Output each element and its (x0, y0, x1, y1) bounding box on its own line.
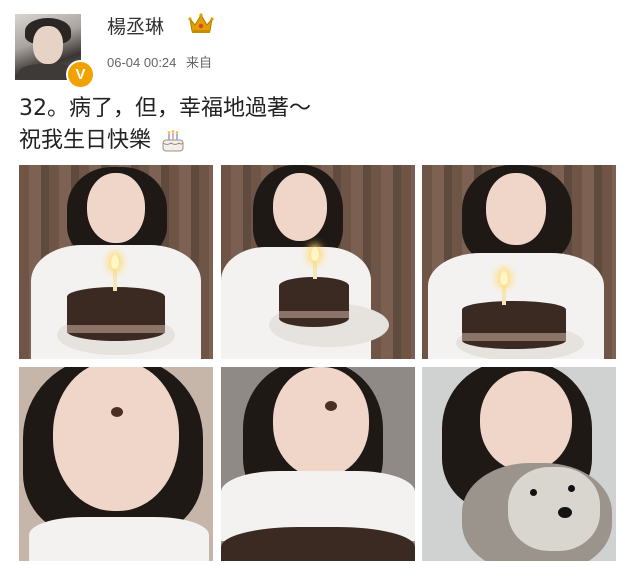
post-text: 32。病了，但，幸福地過著～ 祝我生日快樂 (19, 93, 311, 157)
dog-eye (530, 489, 537, 496)
post-meta: 06-04 00:24 来自 (107, 52, 212, 71)
chocolate-on-nose (325, 401, 337, 411)
photo-6[interactable] (422, 367, 616, 561)
candle-flame (111, 255, 119, 269)
dog-nose (558, 507, 572, 518)
photo-3[interactable] (422, 165, 616, 359)
candle (113, 269, 117, 291)
birthday-cake-emoji (162, 130, 184, 152)
post-source: 来自 (186, 55, 213, 70)
dog-face (508, 467, 600, 551)
username[interactable]: 楊丞琳 (107, 12, 164, 39)
post-text-line2: 祝我生日快樂 (19, 125, 311, 157)
candle (502, 283, 506, 305)
photo-2[interactable] (221, 165, 415, 359)
cake-band (67, 325, 165, 333)
dog-eye (568, 485, 575, 492)
face-shape (53, 367, 179, 511)
face-shape (486, 173, 546, 245)
crown-icon[interactable] (188, 11, 214, 35)
post-text-line2-text: 祝我生日快樂 (19, 128, 152, 153)
shirt-shape (29, 517, 209, 561)
cake-shape (279, 277, 349, 327)
chocolate-on-nose (111, 407, 123, 417)
photo-1[interactable] (19, 165, 213, 359)
face-shape (87, 173, 145, 243)
verified-badge-icon: V (66, 60, 95, 89)
cake-shape (462, 301, 566, 349)
candle-flame (500, 271, 508, 285)
photo-4[interactable] (19, 367, 213, 561)
face-shape (480, 371, 572, 471)
cake-band (462, 333, 566, 341)
candle-flame (311, 247, 319, 261)
cake-band (279, 311, 349, 318)
photo-5[interactable] (221, 367, 415, 561)
post-timestamp[interactable]: 06-04 00:24 (107, 55, 176, 70)
photo-grid (19, 165, 616, 561)
cake-shape (221, 527, 415, 561)
face-shape (273, 173, 327, 241)
post-text-line1: 32。病了，但，幸福地過著～ (19, 96, 311, 121)
avatar-face (33, 26, 63, 64)
face-shape (273, 367, 369, 477)
